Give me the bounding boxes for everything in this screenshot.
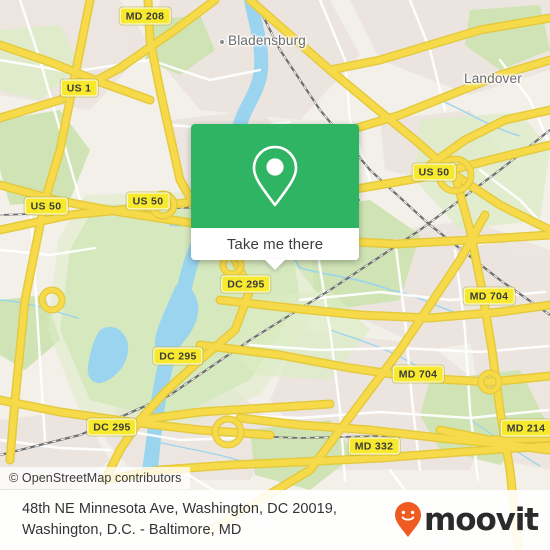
footer-bar: 48th NE Minnesota Ave, Washington, DC 20…: [0, 490, 550, 550]
highway-shield-dc-295-n[interactable]: DC 295: [221, 275, 271, 293]
highway-shield-md-704-s[interactable]: MD 704: [392, 365, 444, 383]
map-popup-card[interactable]: Take me there: [191, 124, 359, 270]
popup-tail-pointer: [264, 259, 286, 270]
highway-shield-dc-295-m[interactable]: DC 295: [153, 347, 203, 365]
highway-shield-dc-295-s[interactable]: DC 295: [87, 418, 137, 436]
address-line-1: 48th NE Minnesota Ave, Washington, DC 20…: [22, 501, 337, 517]
highway-shield-md-214[interactable]: MD 214: [500, 419, 550, 437]
address-line-2: Washington, D.C. - Baltimore, MD: [22, 522, 242, 538]
popup-footer[interactable]: Take me there: [191, 228, 359, 270]
osm-attribution[interactable]: © OpenStreetMap contributors: [0, 467, 190, 489]
moovit-wordmark: moovit: [424, 502, 539, 538]
moovit-smiley-pin-icon: [395, 502, 422, 537]
address-block: 48th NE Minnesota Ave, Washington, DC 20…: [22, 499, 337, 541]
highway-shield-us-50-c[interactable]: US 50: [126, 192, 170, 210]
highway-shield-md-208[interactable]: MD 208: [119, 7, 171, 25]
highway-shield-md-332[interactable]: MD 332: [348, 437, 400, 455]
highway-shield-us-1[interactable]: US 1: [60, 79, 98, 97]
map-pin-icon: [252, 145, 298, 207]
highway-shield-us-50-e[interactable]: US 50: [412, 163, 456, 181]
take-me-there-label: Take me there: [226, 235, 324, 253]
popup-header: [191, 124, 359, 228]
highway-shield-md-704-n[interactable]: MD 704: [463, 287, 515, 305]
highway-shield-us-50-w[interactable]: US 50: [24, 197, 68, 215]
map-place-dot-bladensburg: [219, 39, 225, 45]
moovit-brand[interactable]: moovit: [393, 501, 539, 539]
app-root: Bladensburg Landover MD 208 US 1 US 50 U…: [0, 0, 550, 550]
